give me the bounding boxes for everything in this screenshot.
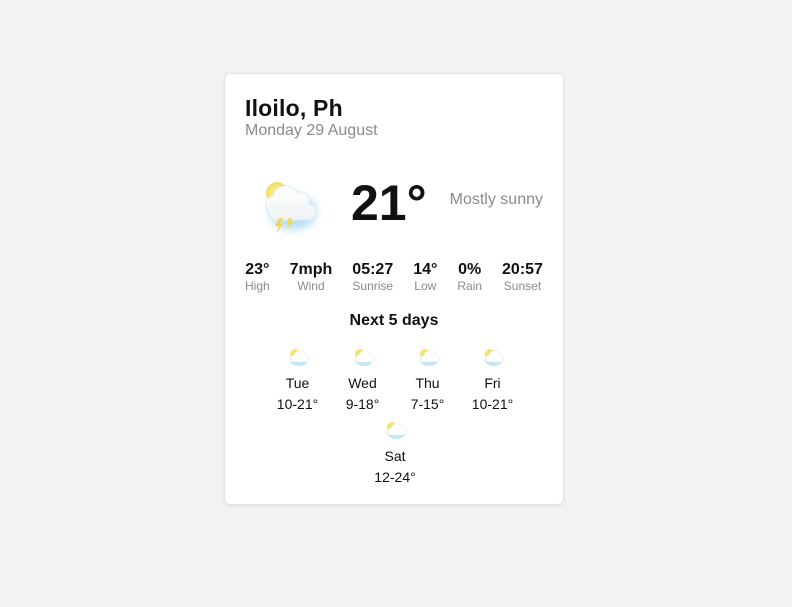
stat-label: Rain: [457, 279, 483, 293]
stat-value: 0%: [458, 261, 482, 278]
stat-rain: 0% Rain: [457, 261, 482, 294]
forecast-day-name: Thu: [415, 375, 440, 391]
forecast-day-range: 12-24°: [374, 469, 416, 485]
forecast-day-name: Fri: [484, 375, 501, 391]
forecast-day-range: 7-15°: [410, 396, 445, 412]
current-temperature: 21°: [351, 175, 427, 231]
weather-card: Iloilo, Ph Monday 29 August 21° Mostly s…: [224, 73, 564, 505]
forecast-day-tue: Tue 10-21°: [265, 342, 330, 415]
stat-wind: 7mph Wind: [290, 261, 333, 294]
forecast-title: Next 5 days: [349, 312, 439, 329]
forecast-day-range: 10-21°: [471, 396, 514, 412]
forecast-list: Tue 10-21° Wed 9-18° Thu 7-15° Fri 10-21…: [265, 342, 525, 488]
stats-row: 23° High 7mph Wind 05:27 Sunrise 14° Low…: [245, 261, 543, 294]
partly-cloudy-icon: [484, 349, 504, 366]
forecast-day-range: 10-21°: [276, 396, 319, 412]
partly-cloudy-icon: [354, 349, 374, 366]
stat-label: Wind: [297, 279, 325, 293]
stat-low: 14° Low: [413, 261, 437, 294]
forecast-day-name: Sat: [384, 448, 406, 464]
forecast-day-name: Tue: [285, 375, 310, 391]
partly-cloudy-icon: [289, 349, 309, 366]
stat-label: High: [245, 279, 270, 293]
partly-cloudy-icon: [419, 349, 439, 366]
current-date: Monday 29 August: [245, 122, 378, 139]
city-name: Iloilo, Ph: [245, 95, 343, 121]
forecast-day-wed: Wed 9-18°: [330, 342, 395, 415]
stat-sunset: 20:57 Sunset: [502, 261, 543, 294]
stat-value: 7mph: [289, 261, 333, 278]
forecast-day-fri: Fri 10-21°: [460, 342, 525, 415]
stat-label: Low: [414, 279, 437, 293]
stat-value: 23°: [245, 261, 270, 278]
stat-label: Sunrise: [352, 279, 394, 293]
stat-label: Sunset: [503, 279, 542, 293]
stat-value: 20:57: [502, 261, 543, 278]
partly-cloudy-thunder-icon: [265, 182, 317, 233]
stat-high: 23° High: [245, 261, 270, 294]
stat-value: 05:27: [352, 261, 394, 278]
forecast-day-range: 9-18°: [345, 396, 380, 412]
stat-sunrise: 05:27 Sunrise: [352, 261, 393, 294]
weather-summary: Mostly sunny: [449, 191, 543, 208]
stat-value: 14°: [413, 261, 438, 278]
partly-cloudy-icon: [387, 422, 407, 439]
forecast-day-sat: Sat 12-24°: [363, 415, 428, 488]
forecast-day-thu: Thu 7-15°: [395, 342, 460, 415]
forecast-day-name: Wed: [348, 375, 377, 391]
